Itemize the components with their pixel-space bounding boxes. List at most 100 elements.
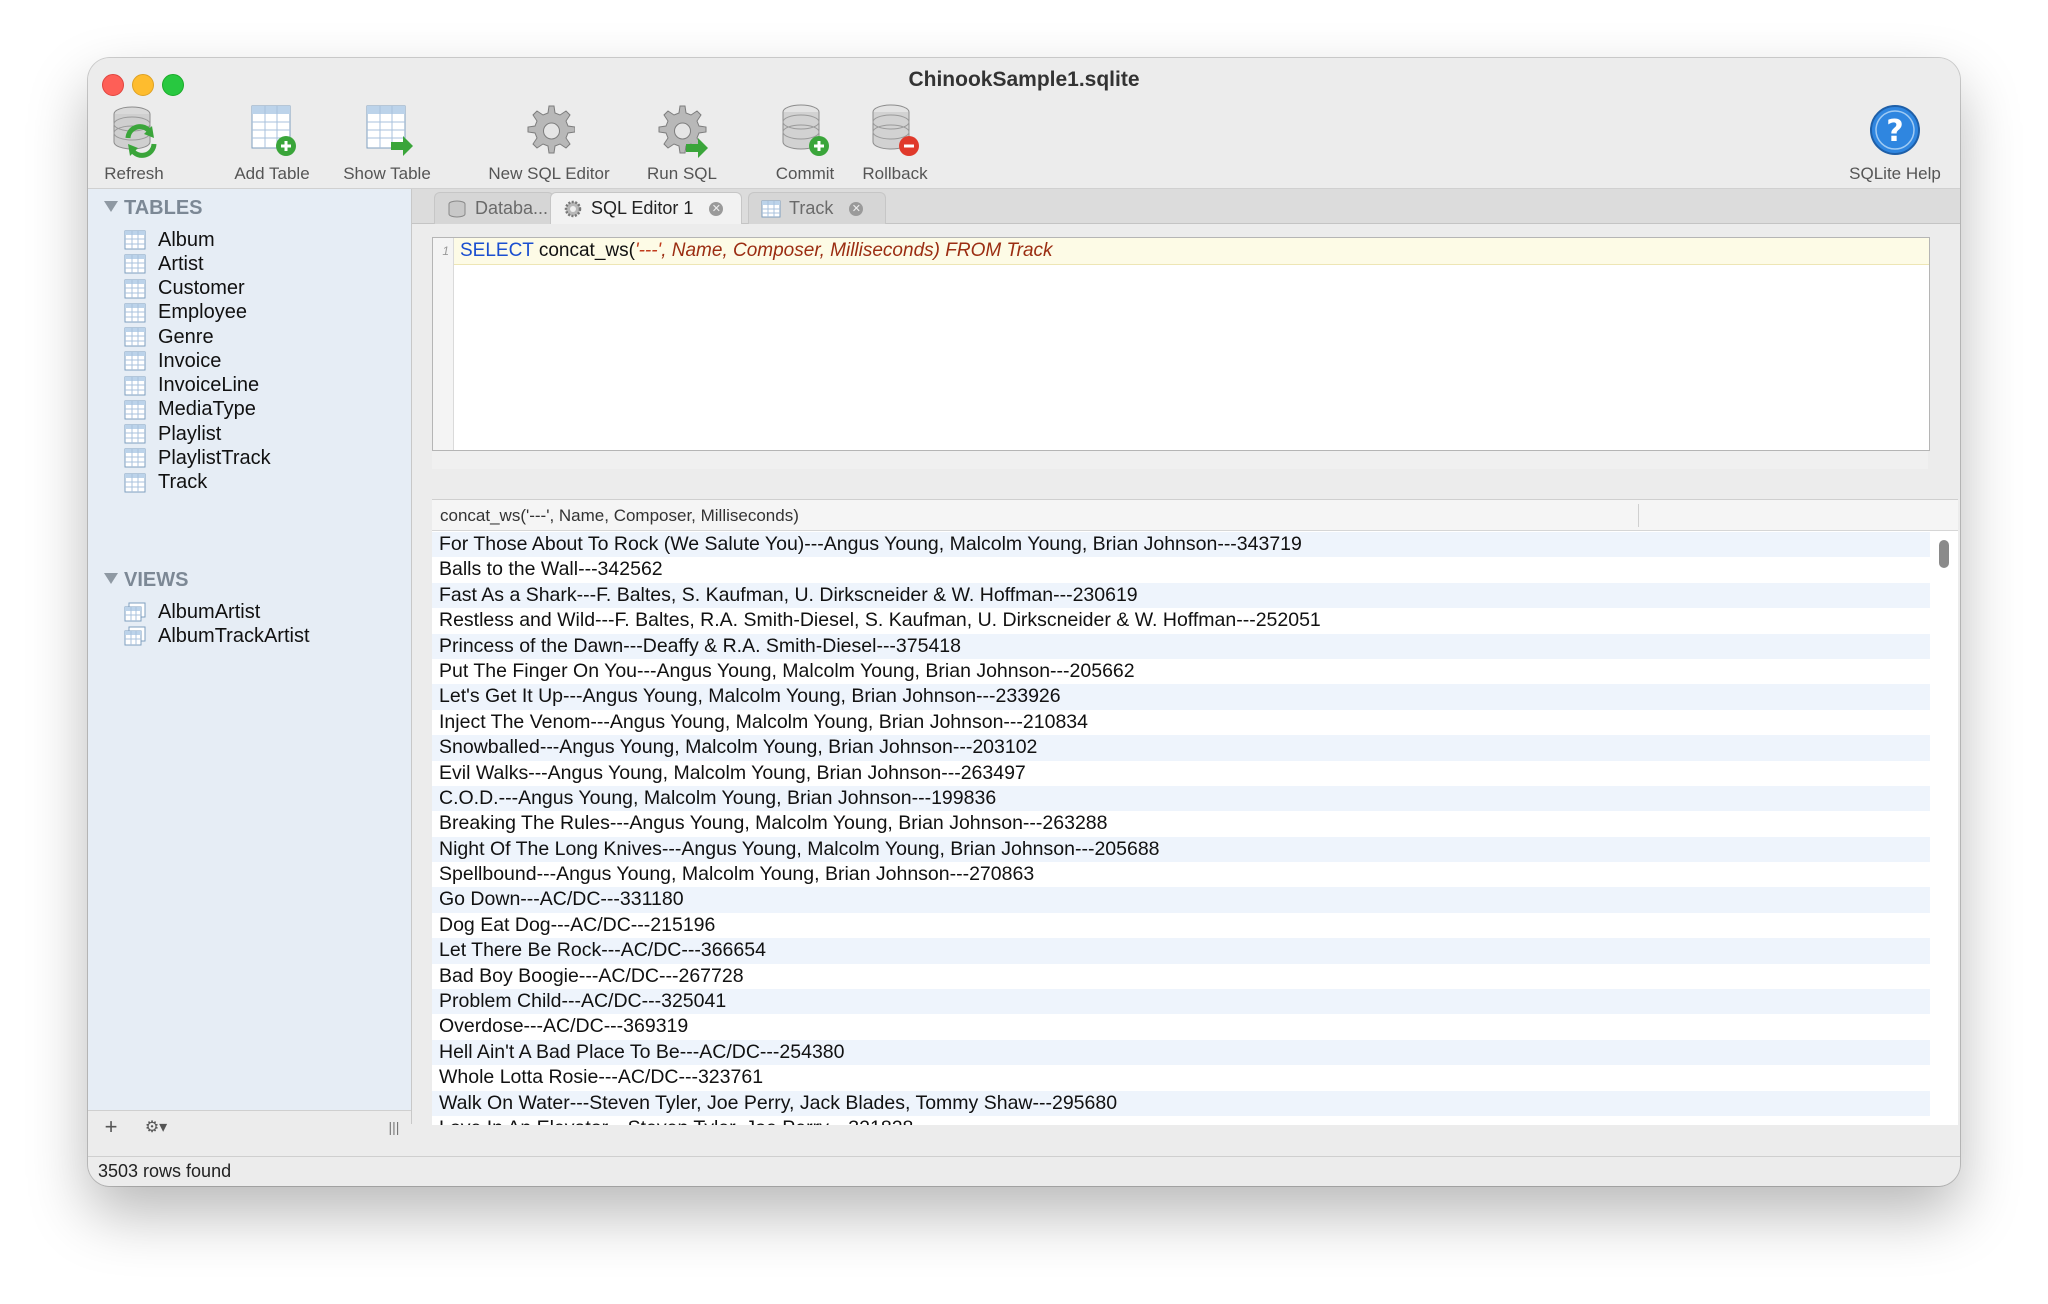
- svg-text:?: ?: [1886, 114, 1903, 149]
- sqlite-help-label: SQLite Help: [1849, 164, 1941, 183]
- tab-sql-editor-1[interactable]: SQL Editor 1 ✕: [550, 192, 742, 224]
- scrollbar-thumb[interactable]: [1939, 540, 1949, 568]
- status-bar: 3503 rows found: [88, 1156, 1960, 1186]
- gear-icon: [564, 200, 582, 217]
- table-row[interactable]: Fast As a Shark---F. Baltes, S. Kaufman,…: [432, 582, 1930, 609]
- tab-track[interactable]: Track ✕: [748, 192, 886, 224]
- sql-line[interactable]: SELECT concat_ws('---', Name, Composer, …: [454, 238, 1929, 265]
- table-row[interactable]: Snowballed---Angus Young, Malcolm Young,…: [432, 735, 1930, 761]
- add-table-icon: [251, 105, 296, 156]
- table-row[interactable]: Balls to the Wall---342562: [432, 557, 1930, 583]
- new-sql-editor-button[interactable]: New SQL Editor: [484, 102, 614, 184]
- commit-label: Commit: [775, 164, 835, 183]
- run-sql-icon: [658, 105, 708, 158]
- sidebar-item-label: MediaType: [158, 398, 256, 421]
- rollback-button[interactable]: Rollback: [850, 102, 940, 184]
- tables-section-header[interactable]: TABLES: [104, 197, 203, 220]
- gear-menu-button[interactable]: ⚙▾: [136, 1111, 176, 1143]
- table-row[interactable]: Put The Finger On You---Angus Young, Mal…: [432, 658, 1930, 685]
- refresh-icon: [113, 106, 157, 158]
- show-table-icon: [366, 105, 413, 156]
- table-icon: [124, 327, 146, 347]
- close-tab-icon[interactable]: ✕: [709, 201, 724, 216]
- views-section-header[interactable]: VIEWS: [104, 569, 188, 592]
- sidebar-item-albumtrackartist[interactable]: AlbumTrackArtist: [124, 621, 310, 651]
- add-table-button[interactable]: Add Table: [222, 102, 322, 184]
- row-count-status: 3503 rows found: [98, 1161, 232, 1181]
- rollback-label: Rollback: [862, 164, 928, 183]
- table-row[interactable]: Princess of the Dawn---Deaffy & R.A. Smi…: [432, 633, 1930, 659]
- table-row[interactable]: Evil Walks---Angus Young, Malcolm Young,…: [432, 760, 1930, 786]
- table-icon: [124, 376, 146, 395]
- sql-string: '---': [634, 240, 662, 261]
- resize-handle[interactable]: |||: [384, 1111, 404, 1143]
- table-icon: [124, 400, 146, 420]
- table-row[interactable]: C.O.D.---Angus Young, Malcolm Young, Bri…: [432, 785, 1930, 812]
- table-row[interactable]: Love In An Elevator---Steven Tyler, Joe …: [432, 1115, 1930, 1125]
- table-row[interactable]: Let There Be Rock---AC/DC---366654: [432, 938, 1930, 964]
- add-table-label: Add Table: [234, 164, 310, 183]
- table-icon: [761, 200, 781, 217]
- table-row[interactable]: Bad Boy Boogie---AC/DC---267728: [432, 963, 1930, 990]
- column-header[interactable]: concat_ws('---', Name, Composer, Millise…: [432, 500, 1958, 531]
- results-rows: For Those About To Rock (We Salute You)-…: [432, 532, 1930, 1125]
- table-row[interactable]: Night Of The Long Knives---Angus Young, …: [432, 836, 1930, 863]
- sidebar-item-label: Playlist: [158, 422, 222, 445]
- column-divider[interactable]: [1638, 504, 1639, 527]
- view-icon: [124, 626, 146, 646]
- commit-button[interactable]: Commit: [760, 102, 850, 184]
- table-row[interactable]: Whole Lotta Rosie---AC/DC---323761: [432, 1065, 1930, 1091]
- sidebar-item-label: Invoice: [158, 349, 222, 372]
- tab-label: SQL Editor 1: [591, 198, 694, 218]
- line-number-gutter: 1: [433, 238, 454, 450]
- table-row[interactable]: Go Down---AC/DC---331180: [432, 887, 1930, 913]
- window-title: ChinookSample1.sqlite: [908, 68, 1140, 91]
- table-row[interactable]: Overdose---AC/DC---369319: [432, 1014, 1930, 1040]
- table-row[interactable]: Problem Child---AC/DC---325041: [432, 989, 1930, 1015]
- table-row[interactable]: Dog Eat Dog---AC/DC---215196: [432, 912, 1930, 939]
- table-icon: [124, 448, 146, 468]
- table-row[interactable]: Spellbound---Angus Young, Malcolm Young,…: [432, 862, 1930, 888]
- table-row[interactable]: Hell Ain't A Bad Place To Be---AC/DC---2…: [432, 1039, 1930, 1066]
- views-header-label: VIEWS: [124, 569, 189, 591]
- commit-icon: [782, 104, 829, 156]
- app-window: ChinookSample1.sqlite Refresh Add Table …: [88, 58, 1960, 1186]
- table-row[interactable]: Let's Get It Up---Angus Young, Malcolm Y…: [432, 684, 1930, 710]
- table-icon: [124, 424, 146, 444]
- tab-label: Track: [789, 198, 834, 218]
- table-row[interactable]: Breaking The Rules---Angus Young, Malcol…: [432, 811, 1930, 837]
- sidebar-item-label: Track: [158, 471, 208, 493]
- sidebar-item-label: Employee: [158, 301, 247, 324]
- sqlite-help-button[interactable]: ? SQLite Help: [1840, 102, 1950, 184]
- refresh-button[interactable]: Refresh: [94, 102, 174, 184]
- close-tab-icon[interactable]: ✕: [849, 201, 864, 216]
- editor-horizontal-scrollbar[interactable]: [432, 451, 1928, 469]
- sql-keyword: SELECT: [460, 240, 534, 261]
- database-icon: [448, 200, 466, 217]
- help-icon: ?: [1870, 105, 1920, 155]
- sidebar-item-label: AlbumTrackArtist: [158, 624, 310, 647]
- table-icon: [124, 473, 146, 492]
- vertical-scrollbar[interactable]: [1936, 532, 1952, 1125]
- table-icon: [124, 303, 146, 323]
- table-icon: [124, 279, 146, 298]
- show-table-button[interactable]: Show Table: [332, 102, 442, 184]
- table-row[interactable]: Inject The Venom---Angus Young, Malcolm …: [432, 709, 1930, 736]
- gear-icon: [527, 105, 575, 154]
- refresh-label: Refresh: [104, 164, 164, 183]
- table-row[interactable]: For Those About To Rock (We Salute You)-…: [432, 532, 1930, 558]
- results-grid: concat_ws('---', Name, Composer, Millise…: [432, 499, 1958, 1125]
- line-number: 1: [442, 244, 449, 258]
- table-row[interactable]: Restless and Wild---F. Baltes, R.A. Smit…: [432, 608, 1930, 634]
- sql-editor[interactable]: 1 SELECT concat_ws('---', Name, Composer…: [432, 237, 1930, 451]
- sidebar-item-label: PlaylistTrack: [158, 446, 271, 469]
- sidebar-item-track[interactable]: Track: [124, 468, 207, 498]
- tab-database[interactable]: Databa...: [434, 192, 554, 224]
- sidebar: TABLES Album Artist Customer Employee Genre I…: [88, 189, 412, 1124]
- table-row[interactable]: Walk On Water---Steven Tyler, Joe Perry,…: [432, 1090, 1930, 1116]
- tab-label: Databa...: [475, 198, 549, 218]
- run-sql-button[interactable]: Run SQL: [632, 102, 732, 184]
- sidebar-bottom-bar: + ⚙▾ |||: [88, 1110, 411, 1143]
- add-button[interactable]: +: [96, 1111, 126, 1143]
- sidebar-item-label: Album: [158, 228, 215, 251]
